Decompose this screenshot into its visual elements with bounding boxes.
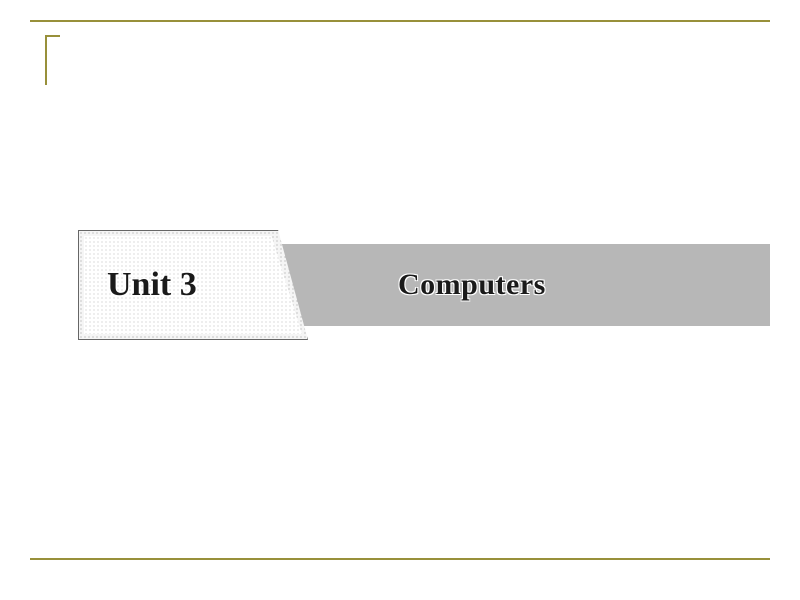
bottom-rule: [30, 558, 770, 560]
topic-label: Computers: [398, 268, 546, 302]
topic-banner: Computers: [268, 244, 770, 326]
unit-banner: Unit 3: [78, 230, 308, 340]
corner-accent-icon: [45, 35, 60, 85]
unit-label: Unit 3: [107, 266, 197, 304]
title-banner: Computers Unit 3: [78, 230, 770, 340]
top-rule: [30, 20, 770, 22]
